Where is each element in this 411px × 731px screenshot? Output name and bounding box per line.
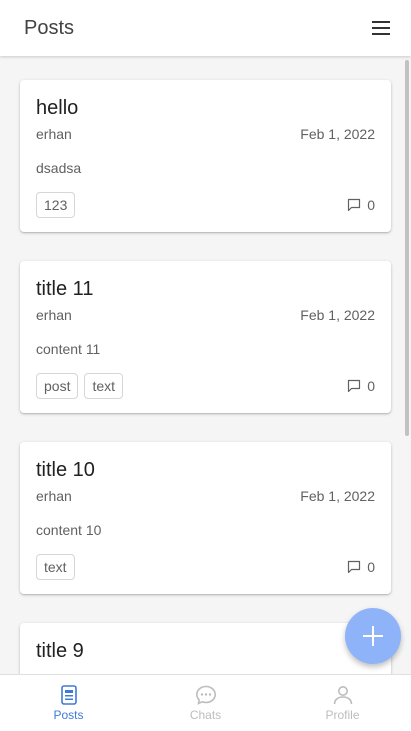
nav-item-profile[interactable]: Profile (274, 675, 411, 731)
comment-count-value: 0 (367, 559, 375, 575)
tag-list: 123 (36, 192, 76, 218)
posts-list: hello erhan Feb 1, 2022 dsadsa 123 0 tit… (0, 56, 411, 674)
nav-item-chats[interactable]: Chats (137, 675, 274, 731)
post-date: Feb 1, 2022 (300, 307, 375, 323)
person-icon (333, 686, 352, 705)
post-card[interactable]: hello erhan Feb 1, 2022 dsadsa 123 0 (20, 80, 391, 232)
comment-count-value: 0 (367, 197, 375, 213)
post-card[interactable]: title 9 (20, 623, 391, 674)
tag-chip[interactable]: text (36, 554, 75, 580)
post-author: erhan (36, 307, 72, 323)
post-title: hello (36, 97, 79, 119)
post-title: title 10 (36, 459, 95, 481)
post-content: content 10 (36, 522, 102, 538)
tag-chip[interactable]: 123 (36, 192, 76, 218)
tag-list: post text (36, 373, 124, 399)
posts-icon (60, 685, 77, 705)
chat-icon (195, 685, 216, 705)
menu-button[interactable] (369, 16, 393, 40)
nav-label-chats: Chats (189, 708, 222, 722)
comment-icon (348, 379, 361, 393)
comment-count-value: 0 (367, 378, 375, 394)
page-title: Posts (24, 16, 75, 39)
comment-icon (348, 560, 361, 574)
comment-count[interactable]: 0 (347, 378, 375, 394)
post-card[interactable]: title 11 erhan Feb 1, 2022 content 11 po… (20, 261, 391, 413)
comment-count[interactable]: 0 (347, 197, 375, 213)
post-title: title 11 (36, 278, 94, 300)
comment-icon (348, 198, 361, 212)
app-bar: Posts (0, 0, 411, 56)
scrollbar[interactable] (405, 60, 409, 436)
nav-item-posts[interactable]: Posts (0, 675, 137, 731)
add-post-button[interactable] (345, 608, 401, 664)
post-content: content 11 (36, 341, 101, 357)
nav-label-profile: Profile (325, 708, 360, 722)
comment-count[interactable]: 0 (347, 559, 375, 575)
menu-icon (372, 21, 390, 35)
post-content: dsadsa (36, 160, 82, 176)
post-author: erhan (36, 126, 72, 142)
plus-icon (363, 626, 383, 646)
tag-chip[interactable]: post (36, 373, 79, 399)
tag-chip[interactable]: text (84, 373, 124, 399)
post-date: Feb 1, 2022 (300, 126, 375, 142)
bottom-navigation: Posts Chats Profile (0, 674, 411, 731)
post-card[interactable]: title 10 erhan Feb 1, 2022 content 10 te… (20, 442, 391, 594)
nav-label-posts: Posts (53, 708, 84, 722)
tag-list: text (36, 554, 75, 580)
post-author: erhan (36, 488, 72, 504)
post-title: title 9 (36, 640, 84, 662)
post-date: Feb 1, 2022 (300, 488, 375, 504)
